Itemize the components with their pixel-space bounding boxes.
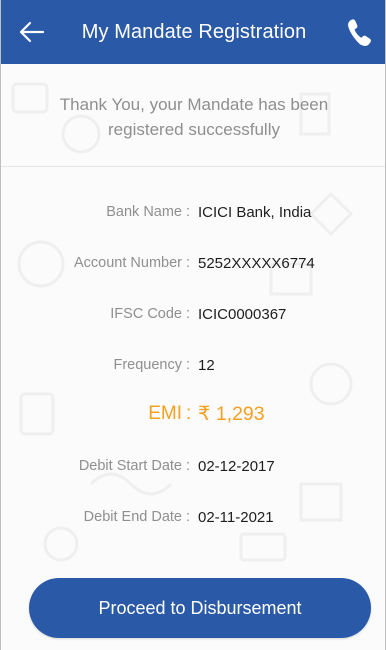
colon: : — [186, 255, 191, 271]
frequency-label: Frequency — [113, 357, 182, 373]
colon: : — [186, 509, 191, 525]
success-message-line2: registered successfully — [108, 120, 280, 139]
debit-start-date-row: Debit Start Date : 02-12-2017 — [1, 452, 385, 480]
ifsc-code-value: ICIC0000367 — [198, 305, 287, 323]
account-number-label: Account Number — [74, 255, 182, 271]
debit-end-date-row: Debit End Date : 02-11-2021 — [1, 503, 385, 531]
page-title: My Mandate Registration — [81, 20, 307, 43]
frequency-row: Frequency : 12 — [1, 351, 385, 379]
app-screen: My Mandate Registration Thank You, your … — [0, 0, 386, 650]
emi-label: EMI — [148, 403, 182, 424]
bank-name-row: Bank Name : ICICI Bank, India — [1, 198, 385, 226]
colon: : — [186, 306, 191, 322]
debit-end-date-label: Debit End Date — [83, 509, 182, 525]
emi-row: EMI : ₹ 1,293 — [1, 400, 385, 428]
ifsc-code-label: IFSC Code — [110, 306, 182, 322]
debit-start-date-label: Debit Start Date — [78, 458, 182, 474]
colon: : — [186, 458, 191, 474]
account-number-value: 5252XXXXX6774 — [198, 254, 315, 272]
debit-end-date-value: 02-11-2021 — [198, 508, 274, 526]
colon: : — [186, 403, 192, 424]
debit-start-date-value: 02-12-2017 — [198, 457, 275, 475]
arrow-left-icon[interactable] — [17, 18, 47, 46]
bank-name-label: Bank Name — [106, 204, 182, 220]
frequency-value: 12 — [198, 356, 215, 374]
colon: : — [186, 357, 191, 373]
bank-name-value: ICICI Bank, India — [198, 203, 312, 221]
divider — [1, 166, 385, 167]
ifsc-code-row: IFSC Code : ICIC0000367 — [1, 300, 385, 328]
colon: : — [186, 204, 191, 220]
success-message: Thank You, your Mandate has been registe… — [31, 92, 357, 142]
proceed-to-disbursement-button[interactable]: Proceed to Disbursement — [29, 578, 371, 638]
success-message-line1: Thank You, your Mandate has been — [59, 95, 329, 114]
account-number-row: Account Number : 5252XXXXX6774 — [1, 249, 385, 277]
app-header: My Mandate Registration — [1, 0, 385, 64]
emi-value: ₹ 1,293 — [198, 403, 265, 425]
phone-icon[interactable] — [345, 16, 373, 48]
